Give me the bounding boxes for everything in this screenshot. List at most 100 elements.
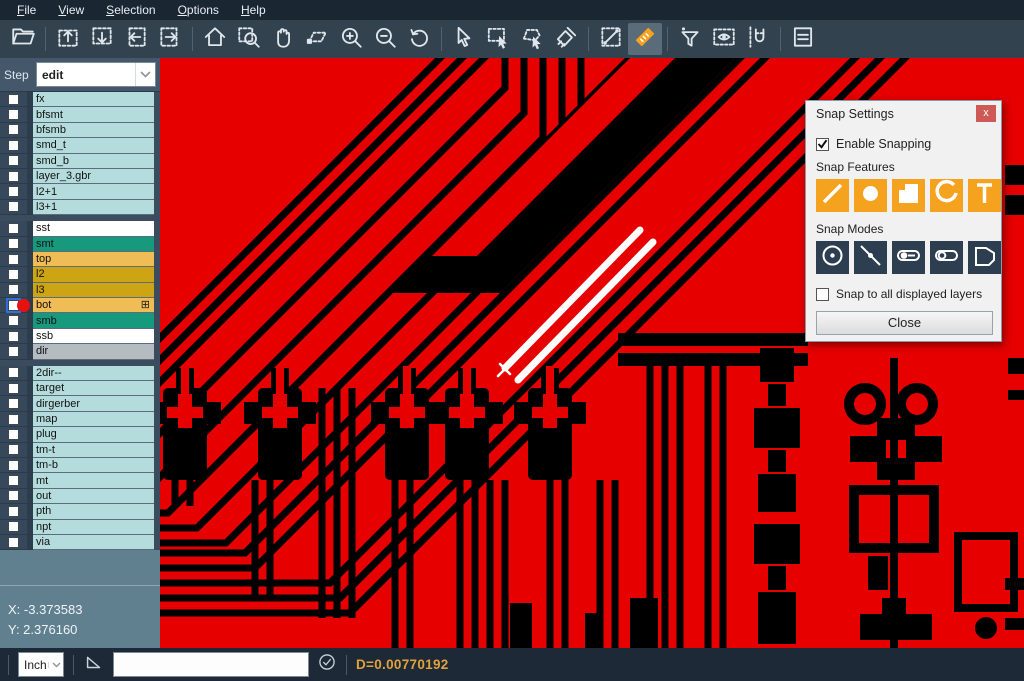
dialog-title-bar[interactable]: Snap Settings x	[806, 101, 1001, 126]
snap-feature-text-button[interactable]	[968, 179, 1001, 212]
layer-row-2dir[interactable]: 2dir--	[0, 366, 154, 381]
layer-checkbox[interactable]	[8, 367, 19, 378]
layer-row-fx[interactable]: fx	[0, 92, 154, 107]
snap-mode-slot-filled-button[interactable]	[892, 241, 925, 274]
layer-row-bfsmb[interactable]: bfsmb	[0, 123, 154, 138]
layer-row-plug[interactable]: plug	[0, 427, 154, 442]
layer-checkbox[interactable]	[8, 254, 19, 265]
snap-mode-contour-button[interactable]	[968, 241, 1001, 274]
menu-selection[interactable]: Selection	[97, 1, 164, 19]
menu-help[interactable]: Help	[232, 1, 275, 19]
layer-checkbox[interactable]	[8, 155, 19, 166]
snap-all-layers-checkbox[interactable]	[816, 288, 829, 301]
layer-checkbox[interactable]	[8, 506, 19, 517]
menu-file[interactable]: File	[8, 1, 45, 19]
layer-checkbox[interactable]	[8, 346, 19, 357]
filter-button[interactable]	[673, 23, 707, 55]
snap-mode-center-button[interactable]	[816, 241, 849, 274]
apply-check-icon[interactable]	[317, 652, 337, 677]
pan-hand-button[interactable]	[266, 23, 300, 55]
measure-value-input[interactable]	[113, 652, 309, 677]
clean-brush-button[interactable]	[549, 23, 583, 55]
view-box-button[interactable]	[707, 23, 741, 55]
layer-row-mt[interactable]: mt	[0, 473, 154, 488]
zoom-previous-button[interactable]	[402, 23, 436, 55]
layer-checkbox[interactable]	[8, 186, 19, 197]
layer-checkbox[interactable]	[8, 284, 19, 295]
layer-checkbox[interactable]	[8, 238, 19, 249]
layer-checkbox[interactable]	[8, 269, 19, 280]
layer-row-dir[interactable]: dir	[0, 344, 154, 359]
layer-checkbox[interactable]	[8, 140, 19, 151]
menu-view[interactable]: View	[49, 1, 93, 19]
layer-row-ssb[interactable]: ssb	[0, 329, 154, 344]
open-file-button[interactable]	[6, 23, 40, 55]
select-pointer-button[interactable]	[447, 23, 481, 55]
measure-point-button[interactable]	[594, 23, 628, 55]
step-select[interactable]: edit	[36, 62, 156, 87]
layer-row-via[interactable]: via	[0, 535, 154, 550]
layer-checkbox[interactable]	[8, 124, 19, 135]
layer-row-smb[interactable]: smb	[0, 313, 154, 328]
layer-checkbox[interactable]	[8, 521, 19, 532]
layer-checkbox[interactable]	[8, 201, 19, 212]
layer-row-smd_t[interactable]: smd_t	[0, 138, 154, 153]
snap-feature-arc-button[interactable]	[930, 179, 963, 212]
layer-row-out[interactable]: out	[0, 489, 154, 504]
report-panel-button[interactable]	[786, 23, 820, 55]
snap-close-button[interactable]: Close	[816, 311, 993, 335]
measure-ruler-button[interactable]	[628, 23, 662, 55]
layer-row-smd_b[interactable]: smd_b	[0, 154, 154, 169]
unit-select[interactable]: Inch	[18, 652, 64, 677]
home-view-button[interactable]	[198, 23, 232, 55]
snap-feature-line-button[interactable]	[816, 179, 849, 212]
import-right-button[interactable]	[153, 23, 187, 55]
layer-row-target[interactable]: target	[0, 381, 154, 396]
chevron-down-icon[interactable]	[135, 63, 155, 86]
snap-toggle-button[interactable]	[741, 23, 775, 55]
layer-checkbox[interactable]	[8, 171, 19, 182]
import-left-button[interactable]	[119, 23, 153, 55]
layer-checkbox[interactable]	[8, 414, 19, 425]
layer-row-dirgerber[interactable]: dirgerber	[0, 396, 154, 411]
layer-checkbox[interactable]	[8, 429, 19, 440]
snap-feature-surface-button[interactable]	[892, 179, 925, 212]
zoom-in-button[interactable]	[334, 23, 368, 55]
chevron-down-icon[interactable]	[48, 662, 63, 668]
enable-snapping-checkbox[interactable]	[816, 138, 829, 151]
layer-checkbox[interactable]	[8, 383, 19, 394]
menu-options[interactable]: Options	[169, 1, 228, 19]
layer-checkbox[interactable]	[8, 223, 19, 234]
layer-row-top[interactable]: top	[0, 252, 154, 267]
layer-row-l3[interactable]: l3	[0, 283, 154, 298]
zoom-out-button[interactable]	[368, 23, 402, 55]
import-bottom-button[interactable]	[85, 23, 119, 55]
enable-snapping-row[interactable]: Enable Snapping	[816, 137, 991, 151]
layer-checkbox[interactable]	[8, 444, 19, 455]
select-rectangle-button[interactable]	[481, 23, 515, 55]
layer-row-npt[interactable]: npt	[0, 520, 154, 535]
layer-checkbox[interactable]	[8, 315, 19, 326]
select-polygon-button[interactable]	[515, 23, 549, 55]
layer-checkbox[interactable]	[8, 398, 19, 409]
layer-row-layer_3[interactable]: layer_3.gbr	[0, 169, 154, 184]
angle-measure-icon[interactable]	[83, 651, 105, 678]
layer-checkbox[interactable]	[8, 475, 19, 486]
import-top-button[interactable]	[51, 23, 85, 55]
layer-checkbox[interactable]	[8, 94, 19, 105]
snap-all-layers-row[interactable]: Snap to all displayed layers	[816, 287, 991, 301]
layer-row-map[interactable]: map	[0, 412, 154, 427]
layer-checkbox[interactable]	[8, 460, 19, 471]
dialog-close-button[interactable]: x	[976, 105, 996, 122]
layer-row-pth[interactable]: pth	[0, 504, 154, 519]
layer-row-tm-b[interactable]: tm-b	[0, 458, 154, 473]
layer-row-bfsmt[interactable]: bfsmt	[0, 107, 154, 122]
layer-row-tm-t[interactable]: tm-t	[0, 443, 154, 458]
zoom-polygon-button[interactable]	[300, 23, 334, 55]
snap-feature-pad-button[interactable]	[854, 179, 887, 212]
layer-row-l3p1[interactable]: l3+1	[0, 200, 154, 215]
layer-row-l2[interactable]: l2	[0, 267, 154, 282]
layer-checkbox[interactable]	[8, 109, 19, 120]
layer-row-bot-active[interactable]: bot⊞	[0, 298, 154, 313]
layer-checkbox[interactable]	[8, 490, 19, 501]
